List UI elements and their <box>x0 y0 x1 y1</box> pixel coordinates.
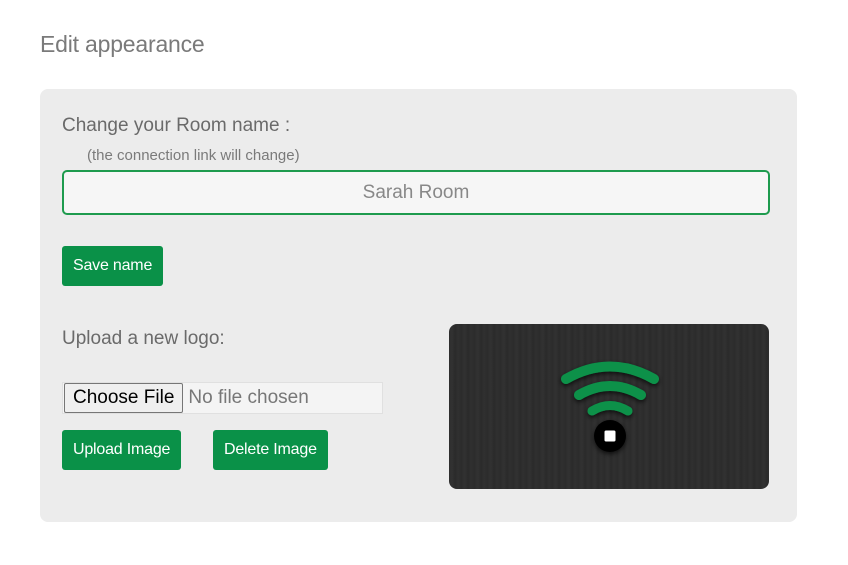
room-name-label: Change your Room name : <box>62 115 291 136</box>
logo-preview <box>449 324 769 489</box>
room-name-hint: (the connection link will change) <box>87 147 300 164</box>
appearance-card: Change your Room name : (the connection … <box>40 89 797 522</box>
save-name-button[interactable]: Save name <box>62 246 164 286</box>
page-title: Edit appearance <box>40 31 205 57</box>
upload-image-button[interactable]: Upload Image <box>62 430 182 470</box>
room-name-input[interactable] <box>62 170 770 215</box>
file-picker: Choose File No file chosen <box>62 382 383 414</box>
wifi-broadcast-icon <box>561 361 659 452</box>
upload-logo-label: Upload a new logo: <box>62 328 225 349</box>
file-status-text: No file chosen <box>188 387 309 408</box>
delete-image-button[interactable]: Delete Image <box>213 430 328 470</box>
choose-file-button[interactable]: Choose File <box>64 383 184 413</box>
